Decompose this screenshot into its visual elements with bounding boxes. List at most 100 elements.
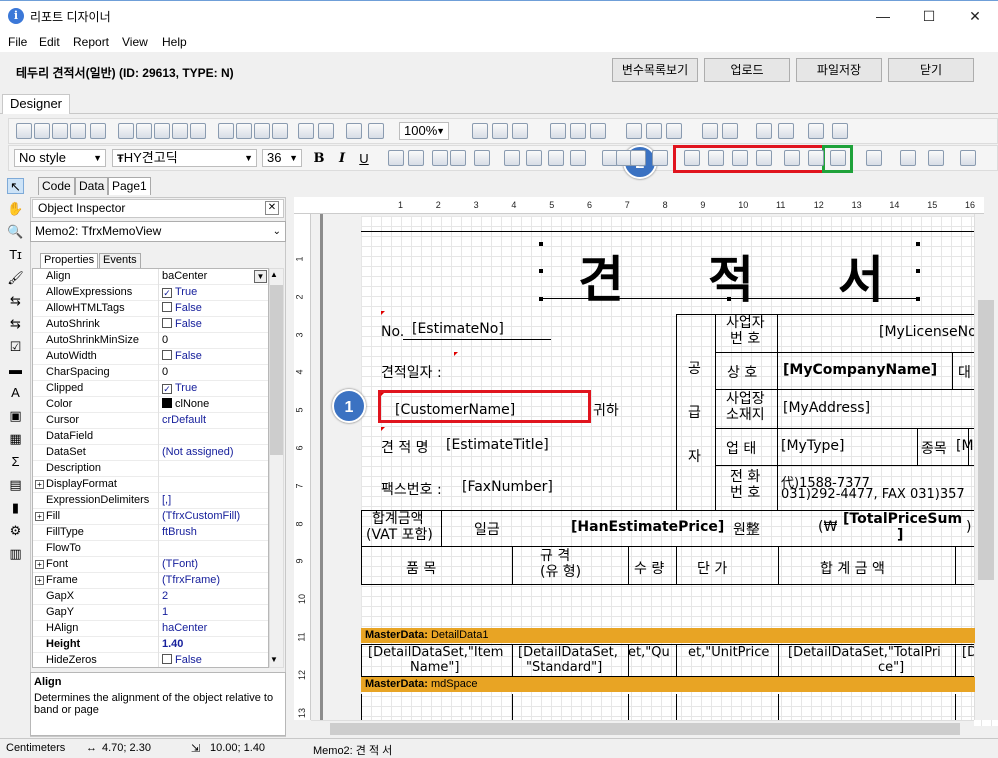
tab-properties[interactable]: Properties — [40, 253, 99, 268]
toolbar-format-icon[interactable] — [408, 150, 424, 166]
close-button[interactable]: ✕ — [952, 0, 998, 32]
checkbox-icon[interactable] — [162, 302, 172, 312]
toolbar-align-icon[interactable] — [512, 123, 528, 139]
toolbar-align-icon[interactable] — [646, 123, 662, 139]
toolbar-standard-icon[interactable] — [70, 123, 86, 139]
toolbar-format-icon[interactable] — [928, 150, 944, 166]
save-file-button[interactable]: 파일저장 — [796, 58, 882, 82]
toolbar-standard-icon[interactable] — [272, 123, 288, 139]
toolbar-format-icon[interactable] — [684, 150, 700, 166]
toolbar-format-icon[interactable] — [652, 150, 668, 166]
expand-icon[interactable]: + — [35, 560, 44, 569]
tool-icon-9[interactable]: A — [7, 385, 24, 401]
selection-handle[interactable] — [916, 269, 920, 273]
property-row[interactable]: Height 1.40 — [33, 637, 268, 653]
tab-data[interactable]: Data — [75, 177, 109, 195]
toolbar-standard-icon[interactable] — [118, 123, 134, 139]
toolbar-format-icon[interactable] — [784, 150, 800, 166]
toolbar-format-icon[interactable] — [808, 150, 824, 166]
property-scroll-thumb[interactable] — [270, 285, 283, 455]
property-row[interactable]: Description — [33, 461, 268, 477]
tab-events[interactable]: Events — [99, 253, 141, 268]
tool-icon-15[interactable]: ⚙ — [7, 523, 24, 539]
toolbar-standard-icon[interactable] — [254, 123, 270, 139]
object-select[interactable]: Memo2: TfrxMemoView ⌄ — [30, 221, 286, 242]
toolbar-standard-icon[interactable] — [346, 123, 362, 139]
toolbar-standard-icon[interactable] — [154, 123, 170, 139]
toolbar-standard-icon[interactable] — [236, 123, 252, 139]
property-row[interactable]: CharSpacing 0 — [33, 365, 268, 381]
bold-button[interactable]: B — [312, 151, 326, 166]
menu-view[interactable]: View — [122, 35, 148, 49]
toolbar-standard-icon[interactable] — [136, 123, 152, 139]
property-row[interactable]: HAlign haCenter — [33, 621, 268, 637]
property-row[interactable]: AutoShrinkMinSize 0 — [33, 333, 268, 349]
band-detaildata1[interactable]: MasterData: DetailData1 — [361, 628, 975, 643]
toolbar-standard-icon[interactable] — [318, 123, 334, 139]
toolbar-format-icon[interactable] — [388, 150, 404, 166]
upload-button[interactable]: 업로드 — [704, 58, 790, 82]
property-row[interactable]: AutoShrink False — [33, 317, 268, 333]
property-row[interactable]: DataField — [33, 429, 268, 445]
property-row[interactable]: Align baCenter ▼ — [33, 269, 268, 285]
toolbar-standard-icon[interactable] — [34, 123, 50, 139]
toolbar-format-icon[interactable] — [866, 150, 882, 166]
selection-handle[interactable] — [539, 242, 543, 246]
tool-icon-0[interactable]: ↖ — [7, 178, 24, 194]
canvas-vertical-thumb[interactable] — [978, 300, 994, 580]
toolbar-align-icon[interactable] — [492, 123, 508, 139]
toolbar-standard-icon[interactable] — [218, 123, 234, 139]
property-row[interactable]: GapY 1 — [33, 605, 268, 621]
tool-icon-12[interactable]: Σ — [7, 454, 24, 470]
tool-icon-11[interactable]: ▦ — [7, 431, 24, 447]
property-row[interactable]: AllowExpressions ✓ True — [33, 285, 268, 301]
tool-icon-1[interactable]: ✋ — [7, 201, 24, 217]
scroll-down-icon[interactable]: ▼ — [270, 655, 278, 664]
zoom-select[interactable]: 100% ▼ — [399, 122, 449, 140]
toolbar-format-icon[interactable] — [900, 150, 916, 166]
tool-icon-14[interactable]: ▮ — [7, 500, 24, 516]
canvas-horizontal-thumb[interactable] — [330, 723, 960, 735]
tool-icon-4[interactable]: 🖌 — [7, 270, 24, 286]
toolbar-align-icon[interactable] — [626, 123, 642, 139]
property-row[interactable]: + DisplayFormat — [33, 477, 268, 493]
checkbox-icon[interactable] — [162, 350, 172, 360]
selection-handle[interactable] — [916, 242, 920, 246]
toolbar-standard-icon[interactable] — [172, 123, 188, 139]
property-row[interactable]: AllowHTMLTags False — [33, 301, 268, 317]
toolbar-standard-icon[interactable] — [52, 123, 68, 139]
tool-icon-3[interactable]: Tɪ — [7, 247, 24, 263]
underline-button[interactable]: U — [357, 151, 371, 166]
tool-icon-10[interactable]: ▣ — [7, 408, 24, 424]
checkbox-icon[interactable]: ✓ — [162, 288, 172, 298]
property-row[interactable]: DataSet (Not assigned) — [33, 445, 268, 461]
toolbar-align-icon[interactable] — [570, 123, 586, 139]
toolbar-standard-icon[interactable] — [90, 123, 106, 139]
close-designer-button[interactable]: 닫기 — [888, 58, 974, 82]
toolbar-align-icon[interactable] — [722, 123, 738, 139]
tool-icon-7[interactable]: ☑ — [7, 339, 24, 355]
toolbar-format-icon[interactable] — [708, 150, 724, 166]
checkbox-icon[interactable]: ✓ — [162, 384, 172, 394]
style-select[interactable]: No style ▼ — [14, 149, 106, 167]
toolbar-format-icon[interactable] — [450, 150, 466, 166]
toolbar-format-icon[interactable] — [432, 150, 448, 166]
expand-icon[interactable]: + — [35, 480, 44, 489]
tab-code[interactable]: Code — [38, 177, 75, 195]
tool-icon-6[interactable]: ⇆ — [7, 316, 24, 332]
selection-handle[interactable] — [539, 269, 543, 273]
property-row[interactable]: + Fill (TfrxCustomFill) — [33, 509, 268, 525]
toolbar-align-icon[interactable] — [756, 123, 772, 139]
toolbar-align-icon[interactable] — [808, 123, 824, 139]
menu-help[interactable]: Help — [162, 35, 187, 49]
toolbar-format-icon[interactable] — [960, 150, 976, 166]
toolbar-standard-icon[interactable] — [16, 123, 32, 139]
toolbar-standard-icon[interactable] — [190, 123, 206, 139]
property-row[interactable]: HideZeros False — [33, 653, 268, 667]
close-icon[interactable]: ✕ — [265, 201, 279, 215]
toolbar-format-icon[interactable] — [504, 150, 520, 166]
font-size-select[interactable]: 36 ▼ — [262, 149, 302, 167]
menu-file[interactable]: File — [8, 35, 27, 49]
toolbar-format-icon[interactable] — [630, 150, 646, 166]
band-mdspace[interactable]: MasterData: mdSpace — [361, 677, 975, 692]
